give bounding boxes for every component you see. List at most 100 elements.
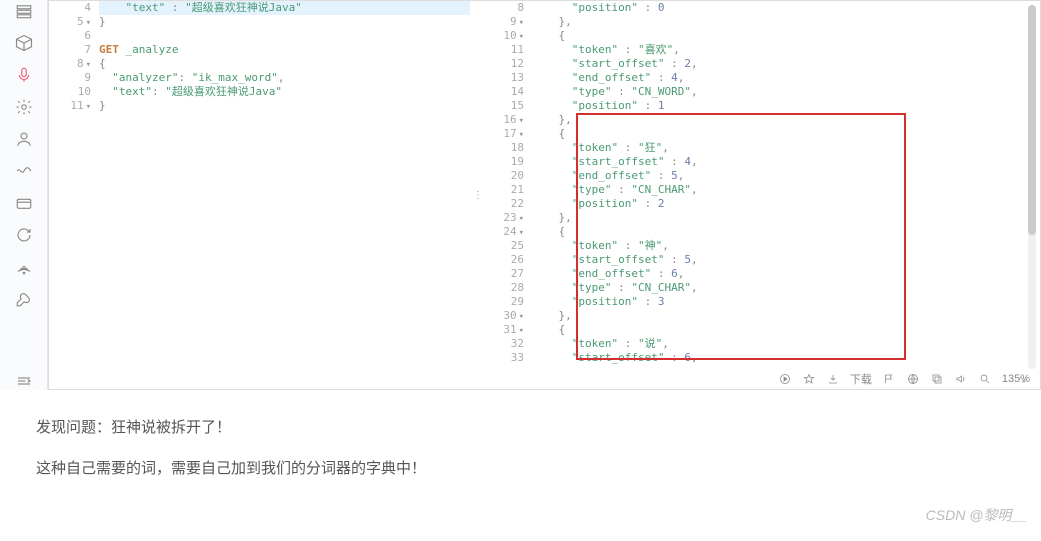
- line-number: 7: [49, 43, 91, 57]
- line-number: 17: [482, 127, 524, 141]
- line-number: 9: [49, 71, 91, 85]
- line-number: 21: [482, 183, 524, 197]
- line-number: 4: [49, 1, 91, 15]
- watermark: CSDN @黎明__: [926, 505, 1027, 525]
- nav-gear-icon[interactable]: [15, 98, 33, 116]
- code-line: "start_offset" : 2,: [532, 57, 1036, 71]
- code-line: "token" : "说",: [532, 337, 1036, 351]
- code-line: "type" : "CN_CHAR",: [532, 183, 1036, 197]
- nav-signal-icon[interactable]: [15, 258, 33, 276]
- resize-handle-icon[interactable]: [1014, 371, 1028, 385]
- code-line: "text" : "超级喜欢狂神说Java": [99, 1, 470, 15]
- code-line: "start_offset" : 5,: [532, 253, 1036, 267]
- line-number: 30: [482, 309, 524, 323]
- code-line: },: [532, 15, 1036, 29]
- globe-icon[interactable]: [906, 372, 920, 386]
- download-icon[interactable]: [826, 372, 840, 386]
- line-number: 33: [482, 351, 524, 365]
- code-line: },: [532, 309, 1036, 323]
- play-icon[interactable]: [778, 372, 792, 386]
- line-number: 11: [49, 99, 91, 113]
- commentary-p2: 这种自己需要的词，需要自己加到我们的分词器的字典中！: [36, 455, 1005, 482]
- code-line: "position" : 3: [532, 295, 1036, 309]
- line-number: 16: [482, 113, 524, 127]
- code-line: "end_offset" : 5,: [532, 169, 1036, 183]
- left-gutter: 4567891011: [49, 1, 99, 389]
- line-number: 14: [482, 85, 524, 99]
- nav-mic-icon[interactable]: [15, 66, 33, 84]
- editor-area: 4567891011 "text" : "超级喜欢狂神说Java"}GET _a…: [48, 0, 1041, 390]
- code-line: "start_offset" : 4,: [532, 155, 1036, 169]
- scrollbar[interactable]: [1028, 5, 1036, 369]
- code-line: "token" : "狂",: [532, 141, 1036, 155]
- nav-wave-icon[interactable]: [15, 162, 33, 180]
- code-line: [99, 29, 470, 43]
- dev-tools-panel: 4567891011 "text" : "超级喜欢狂神说Java"}GET _a…: [0, 0, 1041, 390]
- nav-refresh-icon[interactable]: [15, 226, 33, 244]
- code-line: "token" : "喜欢",: [532, 43, 1036, 57]
- line-number: 10: [49, 85, 91, 99]
- line-number: 23: [482, 211, 524, 225]
- scrollbar-thumb[interactable]: [1028, 5, 1036, 235]
- commentary: 发现问题：狂神说被拆开了！ 这种自己需要的词，需要自己加到我们的分词器的字典中！: [0, 390, 1041, 482]
- line-number: 28: [482, 281, 524, 295]
- line-number: 25: [482, 239, 524, 253]
- code-line: {: [532, 127, 1036, 141]
- line-number: 32: [482, 337, 524, 351]
- code-line: {: [532, 225, 1036, 239]
- request-pane: 4567891011 "text" : "超级喜欢狂神说Java"}GET _a…: [49, 1, 474, 389]
- nav-rows-icon[interactable]: [15, 2, 33, 20]
- code-line: "position" : 1: [532, 99, 1036, 113]
- right-gutter: 8910111213141516171819202122232425262728…: [482, 1, 532, 389]
- flag-icon[interactable]: [882, 372, 896, 386]
- code-line: "type" : "CN_WORD",: [532, 85, 1036, 99]
- nav-card-icon[interactable]: [15, 194, 33, 212]
- bottom-toolbar: 下载 135%: [778, 371, 1030, 387]
- sound-icon[interactable]: [954, 372, 968, 386]
- splitter[interactable]: ⋮: [474, 1, 482, 389]
- copy-icon[interactable]: [930, 372, 944, 386]
- commentary-p1: 发现问题：狂神说被拆开了！: [36, 414, 1005, 441]
- code-line: {: [99, 57, 470, 71]
- line-number: 31: [482, 323, 524, 337]
- nav-cube-icon[interactable]: [15, 34, 33, 52]
- nav-wrench-icon[interactable]: [15, 290, 33, 308]
- code-line: "analyzer": "ik_max_word",: [99, 71, 470, 85]
- nav-user-icon[interactable]: [15, 130, 33, 148]
- line-number: 12: [482, 57, 524, 71]
- code-line: },: [532, 211, 1036, 225]
- line-number: 13: [482, 71, 524, 85]
- right-code[interactable]: "position" : 0 }, { "token" : "喜欢", "sta…: [532, 1, 1040, 365]
- line-number: 20: [482, 169, 524, 183]
- line-number: 10: [482, 29, 524, 43]
- code-line: {: [532, 29, 1036, 43]
- code-line: },: [532, 113, 1036, 127]
- code-line: "token" : "神",: [532, 239, 1036, 253]
- code-line: "text": "超级喜欢狂神说Java": [99, 85, 470, 99]
- code-line: "position" : 2: [532, 197, 1036, 211]
- line-number: 11: [482, 43, 524, 57]
- line-number: 8: [482, 1, 524, 15]
- code-line: "end_offset" : 6,: [532, 267, 1036, 281]
- line-number: 19: [482, 155, 524, 169]
- line-number: 29: [482, 295, 524, 309]
- left-code[interactable]: "text" : "超级喜欢狂神说Java"}GET _analyze{ "an…: [99, 1, 474, 389]
- side-nav: [0, 0, 48, 390]
- line-number: 27: [482, 267, 524, 281]
- code-line: {: [532, 323, 1036, 337]
- code-line: "type" : "CN_CHAR",: [532, 281, 1036, 295]
- star-icon[interactable]: [802, 372, 816, 386]
- line-number: 24: [482, 225, 524, 239]
- line-number: 5: [49, 15, 91, 29]
- download-label[interactable]: 下载: [850, 371, 872, 387]
- line-number: 15: [482, 99, 524, 113]
- line-number: 26: [482, 253, 524, 267]
- code-line: "start_offset" : 6,: [532, 351, 1036, 365]
- search-icon[interactable]: [978, 372, 992, 386]
- line-number: 6: [49, 29, 91, 43]
- line-number: 9: [482, 15, 524, 29]
- code-line: }: [99, 99, 470, 113]
- nav-collapse-icon[interactable]: [15, 372, 33, 390]
- line-number: 8: [49, 57, 91, 71]
- line-number: 22: [482, 197, 524, 211]
